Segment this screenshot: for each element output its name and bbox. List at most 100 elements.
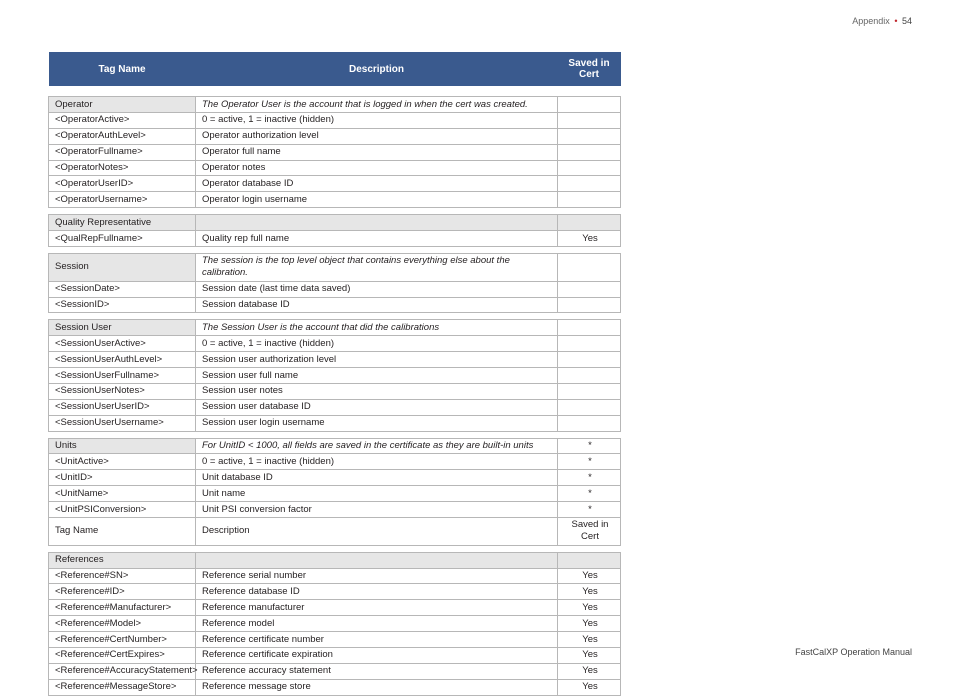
section-description xyxy=(196,552,558,568)
section-row: SessionThe session is the top level obje… xyxy=(49,253,621,281)
section-row: References xyxy=(49,552,621,568)
table-row: <SessionUserUsername>Session user login … xyxy=(49,415,621,431)
cell-tagname: <SessionUserAuthLevel> xyxy=(49,352,196,368)
cell-tagname: <SessionUserNotes> xyxy=(49,383,196,399)
cell-tagname: <UnitID> xyxy=(49,470,196,486)
page-footer: FastCalXP Operation Manual xyxy=(795,647,912,657)
cell-description: Session database ID xyxy=(196,297,558,313)
table-row: Tag NameDescriptionSaved in Cert xyxy=(49,517,621,545)
cell-savedincert: Yes xyxy=(558,663,621,679)
cell-tagname: <OperatorUsername> xyxy=(49,192,196,208)
cell-savedincert xyxy=(558,192,621,208)
cell-savedincert: Yes xyxy=(558,616,621,632)
cell-tagname: <Reference#AccuracyStatement> xyxy=(49,663,196,679)
cell-savedincert: * xyxy=(558,502,621,518)
cell-savedincert: Yes xyxy=(558,679,621,695)
section-cert xyxy=(558,253,621,281)
table-row: <UnitActive>0 = active, 1 = inactive (hi… xyxy=(49,454,621,470)
section-label: Session User xyxy=(49,320,196,336)
cell-description: Reference certificate expiration xyxy=(196,647,558,663)
cell-tagname: <Reference#SN> xyxy=(49,568,196,584)
cell-description: 0 = active, 1 = inactive (hidden) xyxy=(196,454,558,470)
table-row: <Reference#CertExpires>Reference certifi… xyxy=(49,647,621,663)
section-label: Operator xyxy=(49,97,196,113)
cell-tagname: <SessionUserUserID> xyxy=(49,399,196,415)
bullet-icon: • xyxy=(894,16,897,26)
cell-savedincert xyxy=(558,399,621,415)
tag-table-wrapper: Tag Name Description Saved in Cert Opera… xyxy=(48,52,620,696)
section-description: The session is the top level object that… xyxy=(196,253,558,281)
cell-tagname: <SessionUserFullname> xyxy=(49,368,196,384)
cell-description: Reference message store xyxy=(196,679,558,695)
table-row: <Reference#SN>Reference serial numberYes xyxy=(49,568,621,584)
table-row: <OperatorNotes>Operator notes xyxy=(49,160,621,176)
cell-tagname: <SessionUserUsername> xyxy=(49,415,196,431)
table-row: <UnitPSIConversion>Unit PSI conversion f… xyxy=(49,502,621,518)
section-row: Quality Representative xyxy=(49,215,621,231)
section-label: Appendix xyxy=(852,16,890,26)
table-row: <SessionUserUserID>Session user database… xyxy=(49,399,621,415)
cell-tagname: <Reference#CertExpires> xyxy=(49,647,196,663)
cell-savedincert: * xyxy=(558,486,621,502)
cell-tagname: <UnitActive> xyxy=(49,454,196,470)
table-row: <SessionUserFullname>Session user full n… xyxy=(49,368,621,384)
cell-tagname: <Reference#CertNumber> xyxy=(49,632,196,648)
col-header-tagname: Tag Name xyxy=(49,52,196,86)
cell-description: Quality rep full name xyxy=(196,231,558,247)
tag-reference-table: Tag Name Description Saved in Cert Opera… xyxy=(48,52,621,696)
cell-savedincert xyxy=(558,336,621,352)
table-row: <SessionUserNotes>Session user notes xyxy=(49,383,621,399)
cell-description: Session user full name xyxy=(196,368,558,384)
cell-savedincert xyxy=(558,176,621,192)
cell-description: Reference manufacturer xyxy=(196,600,558,616)
cell-description: 0 = active, 1 = inactive (hidden) xyxy=(196,336,558,352)
cell-tagname: <Reference#ID> xyxy=(49,584,196,600)
cell-savedincert: * xyxy=(558,470,621,486)
table-row: <OperatorFullname>Operator full name xyxy=(49,144,621,160)
cell-description: Session date (last time data saved) xyxy=(196,281,558,297)
section-row: UnitsFor UnitID < 1000, all fields are s… xyxy=(49,438,621,454)
cell-description: Unit name xyxy=(196,486,558,502)
section-cert xyxy=(558,552,621,568)
cell-savedincert xyxy=(558,415,621,431)
table-row: <SessionID>Session database ID xyxy=(49,297,621,313)
cell-savedincert xyxy=(558,160,621,176)
cell-savedincert xyxy=(558,352,621,368)
table-row: <OperatorUsername>Operator login usernam… xyxy=(49,192,621,208)
running-header: Appendix • 54 xyxy=(852,16,912,26)
cell-savedincert xyxy=(558,144,621,160)
cell-savedincert xyxy=(558,368,621,384)
cell-description: Operator database ID xyxy=(196,176,558,192)
table-row: <OperatorUserID>Operator database ID xyxy=(49,176,621,192)
cell-description: Session user authorization level xyxy=(196,352,558,368)
table-row: <SessionUserActive>0 = active, 1 = inact… xyxy=(49,336,621,352)
cell-description: 0 = active, 1 = inactive (hidden) xyxy=(196,112,558,128)
cell-tagname: <OperatorActive> xyxy=(49,112,196,128)
section-cert xyxy=(558,97,621,113)
cell-tagname: <UnitName> xyxy=(49,486,196,502)
table-row: <SessionUserAuthLevel>Session user autho… xyxy=(49,352,621,368)
cell-description: Operator login username xyxy=(196,192,558,208)
table-row: <Reference#Model>Reference modelYes xyxy=(49,616,621,632)
section-row: OperatorThe Operator User is the account… xyxy=(49,97,621,113)
table-row: <Reference#ID>Reference database IDYes xyxy=(49,584,621,600)
section-label: Units xyxy=(49,438,196,454)
cell-description: Unit database ID xyxy=(196,470,558,486)
table-row: <Reference#MessageStore>Reference messag… xyxy=(49,679,621,695)
cell-savedincert: * xyxy=(558,454,621,470)
cell-description: Reference accuracy statement xyxy=(196,663,558,679)
cell-description: Operator full name xyxy=(196,144,558,160)
cell-description: Operator authorization level xyxy=(196,128,558,144)
table-row: <Reference#CertNumber>Reference certific… xyxy=(49,632,621,648)
cell-tagname: <Reference#Model> xyxy=(49,616,196,632)
cell-savedincert: Yes xyxy=(558,632,621,648)
section-description: The Session User is the account that did… xyxy=(196,320,558,336)
page-number: 54 xyxy=(902,16,912,26)
cell-tagname: <SessionID> xyxy=(49,297,196,313)
table-header-row: Tag Name Description Saved in Cert xyxy=(49,52,621,86)
section-label: Quality Representative xyxy=(49,215,196,231)
cell-description: Operator notes xyxy=(196,160,558,176)
section-label: References xyxy=(49,552,196,568)
table-row: <Reference#AccuracyStatement>Reference a… xyxy=(49,663,621,679)
cell-description: Session user database ID xyxy=(196,399,558,415)
